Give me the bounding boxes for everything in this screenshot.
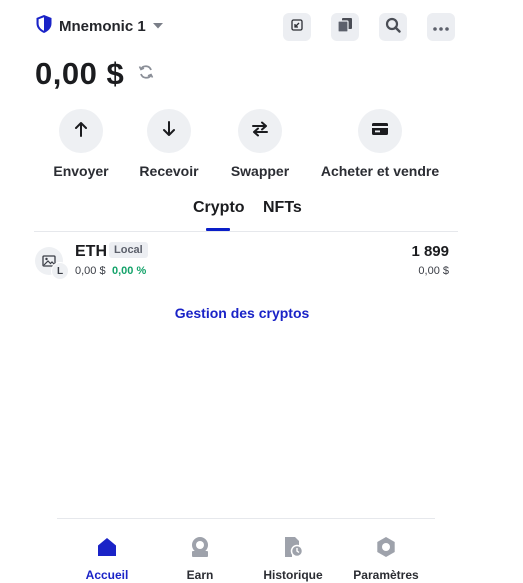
refresh-icon[interactable] <box>138 64 154 85</box>
send-action[interactable]: Envoyer <box>41 109 121 179</box>
nav-divider <box>57 518 435 519</box>
asset-quantity-fiat: 0,00 $ <box>418 265 449 277</box>
buy-sell-action[interactable]: Acheter et vendre <box>320 109 440 179</box>
nav-earn-label: Earn <box>186 568 214 582</box>
buy-sell-button[interactable] <box>358 109 402 153</box>
wallet-switcher[interactable]: Mnemonic 1 <box>35 14 164 38</box>
earn-icon <box>189 536 211 563</box>
receive-label: Recevoir <box>139 163 199 179</box>
card-icon <box>371 122 389 141</box>
search-icon <box>385 17 401 38</box>
swap-button[interactable] <box>238 109 282 153</box>
receive-icon <box>291 18 303 36</box>
settings-icon <box>375 536 397 563</box>
total-balance: 0,00 $ <box>35 56 125 91</box>
receive-action[interactable]: Recevoir <box>129 109 209 179</box>
more-icon <box>433 18 449 36</box>
buy-sell-label: Acheter et vendre <box>320 163 440 179</box>
asset-quantity: 1 899 <box>411 243 449 260</box>
nav-home-label: Accueil <box>85 568 129 582</box>
arrow-down-icon <box>162 120 176 142</box>
tab-crypto[interactable]: Crypto <box>193 199 245 217</box>
swap-label: Swapper <box>230 163 290 179</box>
nav-history[interactable]: Historique <box>248 536 338 582</box>
nav-earn[interactable]: Earn <box>155 536 245 582</box>
tab-nfts[interactable]: NFTs <box>263 199 302 217</box>
shield-icon <box>35 14 53 39</box>
send-button[interactable] <box>59 109 103 153</box>
search-button[interactable] <box>379 13 407 41</box>
home-icon <box>96 536 118 563</box>
receive-action-button[interactable] <box>147 109 191 153</box>
balance-row: 0,00 $ <box>35 56 154 92</box>
asset-fiat-value: 0,00 $ <box>75 265 106 277</box>
more-button[interactable] <box>427 13 455 41</box>
asset-symbol: ETH <box>75 243 107 260</box>
network-badge: L <box>51 262 69 280</box>
copy-icon <box>337 17 353 38</box>
tabs-divider <box>34 231 458 232</box>
nav-history-label: Historique <box>263 568 323 582</box>
receive-button[interactable] <box>283 13 311 41</box>
arrow-up-icon <box>74 121 88 142</box>
swap-icon <box>251 121 269 142</box>
nav-settings[interactable]: Paramètres <box>341 536 431 582</box>
swap-action[interactable]: Swapper <box>220 109 300 179</box>
wallet-name: Mnemonic 1 <box>59 17 146 35</box>
asset-tag: Local <box>109 242 148 258</box>
history-icon <box>282 536 304 563</box>
copy-button[interactable] <box>331 13 359 41</box>
nav-settings-label: Paramètres <box>353 568 419 582</box>
manage-cryptos-link[interactable]: Gestion des cryptos <box>0 305 484 321</box>
nav-home[interactable]: Accueil <box>62 536 152 582</box>
chevron-down-icon <box>152 17 164 35</box>
send-label: Envoyer <box>53 163 109 179</box>
asset-change: 0,00 % <box>112 265 147 277</box>
